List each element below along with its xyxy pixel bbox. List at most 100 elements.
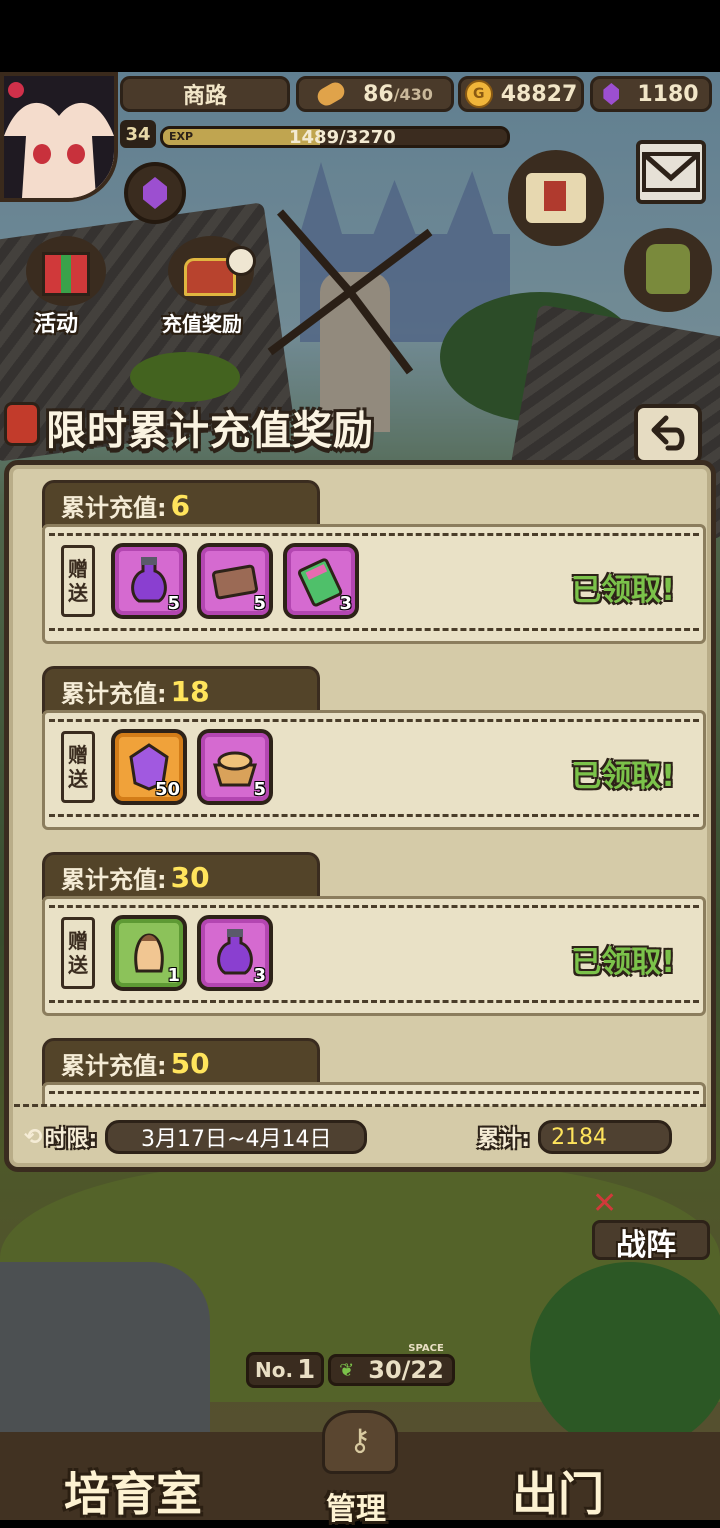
return-arrow-icon bbox=[651, 415, 685, 451]
total-box: 2184 bbox=[538, 1120, 673, 1154]
tier-body: 赠 送 1 3 已领取! bbox=[42, 896, 706, 1016]
item-quantity: 50 bbox=[154, 779, 180, 800]
player-avatar[interactable] bbox=[0, 72, 118, 202]
player-level: 34 bbox=[125, 123, 151, 145]
stamina-pill[interactable]: 86 /430 bbox=[296, 76, 454, 112]
exit-button[interactable]: 出门 bbox=[480, 1458, 680, 1521]
reward-item[interactable]: 3 bbox=[283, 543, 359, 619]
reward-tier: 累计充值: 6 赠 送 5 5 3 已领取! bbox=[26, 480, 706, 650]
tier-header: 累计充值: 50 bbox=[42, 1038, 320, 1086]
time-range: 3月17日~4月14日 bbox=[141, 1127, 332, 1152]
reward-tier: 累计充值: 50 bbox=[26, 1038, 706, 1106]
time-range-box: 3月17日~4月14日 bbox=[105, 1120, 368, 1154]
gem-pill[interactable]: 1180 bbox=[590, 76, 712, 112]
gift-tag-char: 送 bbox=[68, 953, 88, 977]
gold-pill[interactable]: G 48827 bbox=[458, 76, 584, 112]
reward-item[interactable]: 50 bbox=[111, 729, 187, 805]
tier-amount: 30 bbox=[170, 861, 210, 894]
gift-tag: 赠 送 bbox=[61, 731, 95, 803]
tier-header: 累计充值: 6 bbox=[42, 480, 320, 528]
bread-icon bbox=[314, 79, 348, 109]
reward-item[interactable]: 5 bbox=[197, 543, 273, 619]
panel-title: 限时累计充值奖励 bbox=[46, 408, 374, 454]
add-gems-button[interactable] bbox=[124, 162, 186, 224]
avatar-portrait-icon bbox=[4, 76, 114, 198]
recharge-reward-button[interactable]: 充值奖励 bbox=[154, 226, 274, 336]
item-quantity: 5 bbox=[253, 593, 266, 614]
formation-button[interactable]: ✕ 战阵 bbox=[592, 1186, 712, 1263]
reward-tier: 累计充值: 18 赠 送 50 5 已领取! bbox=[26, 666, 706, 836]
manage-label: 管理 bbox=[326, 1492, 386, 1527]
no-value: 1 bbox=[297, 1355, 316, 1385]
formation-label: 战阵 bbox=[616, 1228, 676, 1263]
no-label: No. bbox=[255, 1358, 294, 1382]
manage-button[interactable]: ⚷ 管理 bbox=[298, 1410, 422, 1527]
location-pill: 商路 bbox=[120, 76, 290, 112]
gem-plus-icon bbox=[143, 177, 167, 209]
claimed-status: 已领取! bbox=[571, 945, 675, 980]
gift-tag-char: 送 bbox=[68, 767, 88, 791]
panel-footer: ⟲ 时限: 3月17日~4月14日 累计: 2184 bbox=[14, 1112, 706, 1162]
envelope-icon bbox=[642, 152, 700, 192]
back-button[interactable] bbox=[634, 404, 702, 464]
gift-tag-char: 赠 bbox=[68, 557, 88, 581]
purple-gem-icon bbox=[603, 83, 620, 105]
item-quantity: 1 bbox=[167, 965, 180, 986]
activity-label: 活动 bbox=[34, 312, 79, 337]
reward-item[interactable]: 1 bbox=[111, 915, 187, 991]
leaf-icon: ❦ bbox=[339, 1359, 355, 1381]
exp-text: 1489/3270 bbox=[289, 127, 396, 148]
tier-body bbox=[42, 1082, 706, 1106]
tier-label: 累计充值: bbox=[61, 1052, 167, 1080]
nursery-button[interactable]: 培育室 bbox=[40, 1458, 270, 1521]
backpack-icon bbox=[646, 244, 690, 294]
stamina-value: 86 bbox=[363, 81, 394, 107]
gift-tag: 赠 送 bbox=[61, 545, 95, 617]
tier-label: 累计充值: bbox=[61, 494, 167, 522]
backpack-button[interactable] bbox=[624, 228, 712, 312]
player-level-badge: 34 bbox=[120, 120, 156, 148]
exit-label: 出门 bbox=[512, 1467, 604, 1521]
claimed-status: 已领取! bbox=[571, 759, 675, 794]
keys-icon: ⚷ bbox=[322, 1410, 398, 1474]
reward-tier: 累计充值: 30 赠 送 1 3 已领取! bbox=[26, 852, 706, 1022]
tier-amount: 50 bbox=[170, 1047, 210, 1080]
reward-list[interactable]: 累计充值: 6 赠 送 5 5 3 已领取! 累计充值: 18 赠 送 50 5… bbox=[14, 470, 706, 1106]
nursery-label: 培育室 bbox=[64, 1467, 202, 1521]
space-value: 30/22 bbox=[368, 1356, 444, 1384]
item-quantity: 3 bbox=[339, 593, 352, 614]
tier-body: 赠 送 50 5 已领取! bbox=[42, 710, 706, 830]
total-value: 2184 bbox=[551, 1124, 608, 1150]
gift-tag-char: 赠 bbox=[68, 743, 88, 767]
gem-value: 1180 bbox=[637, 81, 699, 107]
refresh-icon: ⟲ bbox=[24, 1124, 43, 1150]
exp-bar: EXP 1489/3270 bbox=[160, 126, 510, 148]
gift-tag-char: 赠 bbox=[68, 929, 88, 953]
reward-item[interactable]: 5 bbox=[111, 543, 187, 619]
tier-label: 累计充值: bbox=[61, 680, 167, 708]
tier-amount: 6 bbox=[170, 489, 191, 522]
location-label: 商路 bbox=[182, 84, 227, 109]
exp-label: EXP bbox=[169, 130, 194, 143]
item-quantity: 3 bbox=[253, 965, 266, 986]
recharge-reward-label: 充值奖励 bbox=[162, 312, 242, 336]
status-bar bbox=[0, 0, 720, 72]
item-quantity: 5 bbox=[253, 779, 266, 800]
mail-button[interactable] bbox=[636, 140, 706, 204]
gold-coin-icon: G bbox=[464, 80, 493, 108]
space-label: SPACE bbox=[408, 1343, 444, 1354]
quest-scroll-button[interactable] bbox=[508, 150, 608, 250]
reward-item[interactable]: 5 bbox=[197, 729, 273, 805]
total-label: 累计: bbox=[477, 1127, 531, 1152]
claimed-status: 已领取! bbox=[571, 573, 675, 608]
tier-header: 累计充值: 30 bbox=[42, 852, 320, 900]
tier-label: 累计充值: bbox=[61, 866, 167, 894]
gift-tag: 赠 送 bbox=[61, 917, 95, 989]
time-limit-label: 时限: bbox=[44, 1127, 98, 1152]
clock-icon bbox=[226, 246, 256, 276]
gift-tag-char: 送 bbox=[68, 581, 88, 605]
reward-item[interactable]: 3 bbox=[197, 915, 273, 991]
tier-header: 累计充值: 18 bbox=[42, 666, 320, 714]
activity-button[interactable]: 活动 bbox=[12, 226, 122, 337]
scroll-icon bbox=[508, 150, 604, 246]
